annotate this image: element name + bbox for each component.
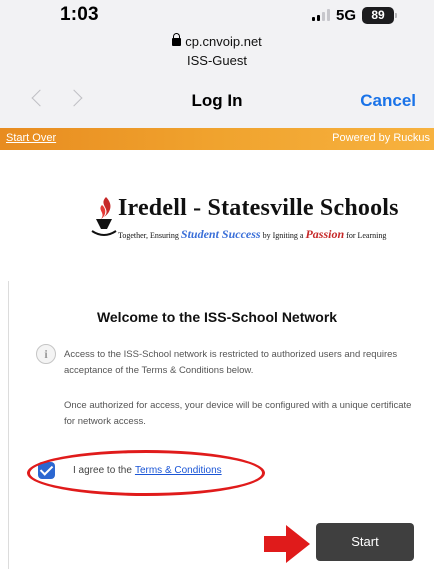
portal-header-bar: Start Over Powered by Ruckus [0,128,434,150]
annotation-ellipse [27,450,265,496]
cancel-button[interactable]: Cancel [360,91,416,111]
network-type: 5G [336,6,357,24]
annotation-arrow-icon [264,525,310,563]
signal-icon [312,9,330,21]
tagline-part: Passion [305,227,345,241]
access-notice: Access to the ISS-School network is rest… [64,349,398,376]
address-bar[interactable]: cp.cnvoip.net [0,33,434,49]
certificate-notice: Once authorized for access, your device … [64,400,412,427]
status-time: 1:03 [60,4,99,25]
powered-by-text: Powered by Ruckus [332,132,430,144]
tagline-part: Together, Ensuring [118,231,179,240]
tagline-part: by Igniting a [262,231,304,240]
screen: 1:03 5G 89 cp.cnvoip.net ISS-Guest Log I… [0,0,434,569]
torch-icon [91,197,117,236]
logo-name: Iredell - Statesville Schools [118,195,399,221]
school-logo: Iredell - Statesville Schools Together, … [88,195,398,245]
network-name: ISS-Guest [187,53,247,68]
tagline-part: Student Success [180,227,261,241]
lock-icon [172,33,182,46]
start-over-link[interactable]: Start Over [6,132,56,144]
status-indicators: 5G 89 [312,6,398,24]
card-title: Welcome to the ISS-School Network [96,309,338,325]
tagline-part: for Learning [346,231,387,240]
info-icon: i [36,344,56,364]
battery-icon: 89 [362,6,398,24]
url-text: cp.cnvoip.net [185,34,262,49]
start-button[interactable]: Start [316,523,414,561]
logo-tagline: Together, Ensuring Student Success by Ig… [118,227,386,242]
browser-chrome: 1:03 5G 89 cp.cnvoip.net ISS-Guest Log I… [0,0,434,128]
